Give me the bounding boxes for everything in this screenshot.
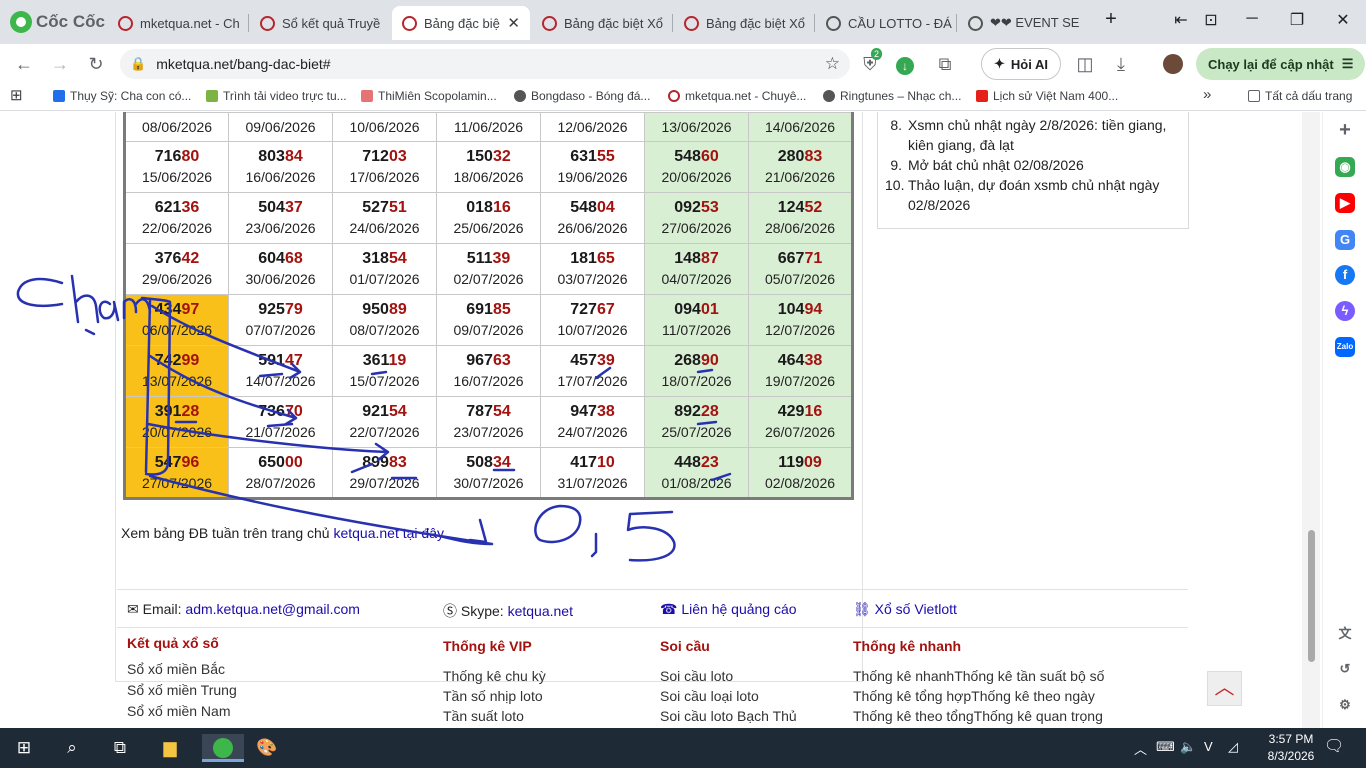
clock-date: 8/3/2026	[1267, 749, 1315, 763]
input-method-icon[interactable]: ⌨	[1156, 739, 1175, 755]
annotation-stroke	[148, 474, 494, 546]
volume-icon[interactable]: 🔈	[1180, 739, 1196, 755]
vietkey-icon[interactable]: V	[1204, 739, 1213, 754]
annotation-stroke	[258, 366, 714, 380]
notifications-icon[interactable]: 🗨	[1324, 736, 1344, 756]
windows-start-icon[interactable]: ⊞	[7, 734, 41, 762]
show-hidden-icons[interactable]: ︿	[1134, 739, 1147, 758]
windows-taskbar: ⊞ ⌕ ⧉ ▆ 🎨 ︿ ⌨ 🔈 V ◿ 3:57 PM 8/3/2026 🗨	[0, 728, 1366, 768]
annotation-stroke	[98, 300, 120, 322]
search-icon[interactable]: ⌕	[55, 734, 89, 762]
annotation-stroke	[174, 420, 718, 428]
task-view-icon[interactable]: ⧉	[103, 734, 137, 762]
annotation-stroke	[122, 298, 152, 320]
annotation-stroke	[148, 354, 298, 426]
annotation-stroke	[140, 296, 172, 476]
annotation-stroke	[70, 274, 100, 324]
annotation-stroke	[146, 422, 390, 462]
clock-time: 3:57 PM	[1268, 732, 1314, 746]
paint-icon[interactable]: 🎨	[250, 734, 284, 762]
annotation-stroke	[84, 328, 96, 336]
annotation-stroke	[350, 462, 732, 482]
coccoc-taskbar-icon[interactable]	[202, 734, 244, 762]
network-icon[interactable]: ◿	[1228, 739, 1238, 755]
file-explorer-icon[interactable]: ▆	[153, 734, 187, 762]
annotation-digit-zero	[534, 504, 582, 544]
system-clock[interactable]: 3:57 PM 8/3/2026	[1262, 731, 1320, 765]
annotation-stroke	[16, 277, 64, 308]
handwritten-annotation	[16, 274, 732, 562]
annotation-stroke	[150, 304, 302, 380]
annotation-digit-five	[626, 510, 676, 562]
annotation-comma	[590, 532, 598, 558]
